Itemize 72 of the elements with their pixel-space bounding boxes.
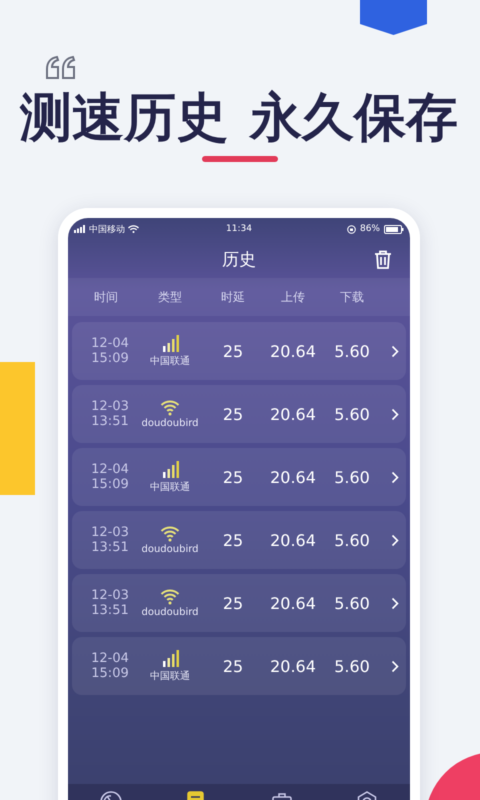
chevron-icon [391, 408, 399, 420]
time-text: 15:09 [91, 477, 129, 492]
network-name: doudoubird [141, 544, 199, 555]
wifi-icon [128, 225, 139, 233]
time-text: 15:09 [91, 351, 129, 366]
time-text: 13:51 [91, 603, 129, 618]
date-text: 12-04 [91, 651, 129, 666]
carrier-text: 中国移动 [89, 224, 125, 236]
chevron-icon [391, 596, 399, 610]
latency-value: 25 [222, 404, 244, 424]
column-header: 类型 [158, 288, 182, 306]
column-header: 上传 [281, 288, 305, 306]
column-header: 时延 [221, 288, 245, 306]
latency-value: 25 [222, 594, 244, 612]
headline-text: 永久保存 [250, 88, 458, 148]
download-value: 5.60 [334, 594, 370, 612]
history-row[interactable]: 12-03 13:51 doudoubird 25 20.64 5.60 [72, 511, 406, 569]
wifi-icon [160, 399, 180, 416]
download-value: 5.60 [334, 342, 370, 360]
latency-value: 25 [222, 656, 244, 676]
chevron-icon [391, 534, 399, 546]
trash-icon[interactable] [374, 250, 392, 269]
chevron-icon [391, 470, 399, 484]
battery-icon [384, 224, 404, 234]
time-text: 15:09 [91, 666, 129, 681]
signal-icon [160, 650, 180, 666]
signal-icon [160, 460, 180, 478]
chevron-icon [391, 344, 399, 358]
date-text: 12-03 [91, 399, 129, 414]
latency-value: 25 [222, 530, 244, 550]
download-value: 5.60 [334, 530, 370, 550]
time-text: 13:51 [91, 540, 129, 555]
network-name: 中国联通 [150, 670, 190, 682]
history-row[interactable]: 12-03 13:51 doudoubird 25 20.64 5.60 [72, 574, 406, 632]
clock-text: 11:34 [226, 224, 252, 234]
network-name: 中国联通 [150, 354, 190, 368]
date-text: 12-03 [91, 525, 129, 540]
upload-value: 20.64 [270, 404, 316, 424]
network-name: doudoubird [141, 418, 199, 429]
upload-value: 20.64 [270, 594, 316, 612]
date-text: 12-03 [91, 588, 129, 603]
history-row[interactable]: 12-04 15:09 中国联通 25 20.64 5.60 [72, 637, 406, 695]
upload-value: 20.64 [270, 530, 316, 550]
latency-value: 25 [222, 342, 244, 360]
upload-value: 20.64 [270, 468, 316, 486]
download-value: 5.60 [334, 404, 370, 424]
history-row[interactable]: 12-04 15:09 中国联通 25 20.64 5.60 [72, 448, 406, 506]
history-row[interactable]: 12-04 15:09 中国联通 25 20.64 5.60 [72, 322, 406, 380]
headline-text: 测速历史 [20, 88, 228, 148]
network-name: 中国联通 [150, 480, 190, 494]
upload-value: 20.64 [270, 342, 316, 360]
network-name: doudoubird [141, 607, 199, 618]
pentagon-decoration [360, 0, 427, 35]
battery-text: 86% [360, 224, 380, 234]
upload-value: 20.64 [270, 656, 316, 676]
signal-icon [160, 334, 180, 352]
chevron-icon [391, 660, 399, 672]
latency-value: 25 [222, 468, 244, 486]
column-header: 时间 [94, 288, 118, 306]
time-text: 13:51 [91, 414, 129, 429]
download-value: 5.60 [334, 468, 370, 486]
column-header: 下载 [340, 288, 364, 306]
wifi-icon [160, 525, 180, 542]
quote-icon [45, 55, 76, 80]
screen-title: 历史 [222, 248, 256, 270]
download-value: 5.60 [334, 656, 370, 676]
rotation-lock-icon [346, 224, 356, 234]
wifi-icon [160, 588, 180, 605]
signal-icon [74, 225, 86, 233]
date-text: 12-04 [91, 462, 129, 477]
date-text: 12-04 [91, 336, 129, 351]
history-row[interactable]: 12-03 13:51 doudoubird 25 20.64 5.60 [72, 385, 406, 443]
